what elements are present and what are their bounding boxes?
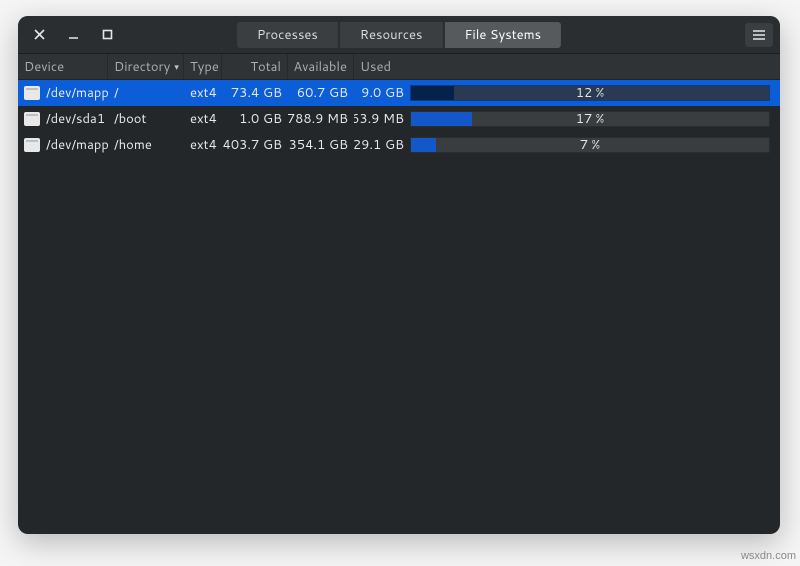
column-header-used[interactable]: Used xyxy=(354,54,780,79)
disk-icon xyxy=(24,138,40,152)
usage-percent-label: 7 % xyxy=(411,138,769,152)
minimize-icon xyxy=(68,29,79,40)
usage-percent-label: 12 % xyxy=(411,86,769,100)
cell-directory: /home xyxy=(108,132,184,158)
table-row[interactable]: /dev/mapp / ext4 73.4 GB 60.7 GB 9.0 GB … xyxy=(18,80,780,106)
table-row[interactable]: /dev/mapp /home ext4 403.7 GB 354.1 GB 2… xyxy=(18,132,780,158)
column-header-total[interactable]: Total xyxy=(222,54,288,79)
minimize-button[interactable] xyxy=(58,22,88,48)
usage-percent-label: 17 % xyxy=(411,112,769,126)
maximize-icon xyxy=(102,29,113,40)
view-tabs: Processes Resources File Systems xyxy=(236,21,562,49)
cell-total: 403.7 GB xyxy=(222,132,288,158)
disk-icon xyxy=(24,86,40,100)
usage-cell: 12 % xyxy=(410,80,780,106)
sort-indicator-icon: ▾ xyxy=(174,60,179,73)
cell-type: ext4 xyxy=(184,132,222,158)
tab-processes[interactable]: Processes xyxy=(236,21,339,49)
disk-icon xyxy=(24,112,40,126)
cell-device: /dev/sda1 xyxy=(18,106,108,132)
cell-available: 60.7 GB xyxy=(288,80,354,106)
titlebar: Processes Resources File Systems xyxy=(18,16,780,54)
table-row[interactable]: /dev/sda1 /boot ext4 1.0 GB 788.9 MB 163… xyxy=(18,106,780,132)
watermark: wsxdn.com xyxy=(741,550,796,562)
device-label: /dev/mapp xyxy=(46,84,108,102)
tab-file-systems[interactable]: File Systems xyxy=(444,21,563,49)
hamburger-menu-button[interactable] xyxy=(744,22,774,48)
device-label: /dev/sda1 xyxy=(46,110,105,128)
column-header-available[interactable]: Available xyxy=(288,54,354,79)
cell-available: 354.1 GB xyxy=(288,132,354,158)
hamburger-icon xyxy=(752,29,766,41)
close-icon xyxy=(34,29,45,40)
cell-directory: / xyxy=(108,80,184,106)
cell-directory: /boot xyxy=(108,106,184,132)
usage-bar: 7 % xyxy=(410,137,770,153)
cell-total: 73.4 GB xyxy=(222,80,288,106)
device-label: /dev/mapp xyxy=(46,136,108,154)
close-button[interactable] xyxy=(24,22,54,48)
cell-device: /dev/mapp xyxy=(18,132,108,158)
column-header-device[interactable]: Device xyxy=(18,54,108,79)
cell-type: ext4 xyxy=(184,106,222,132)
filesystem-table-body: /dev/mapp / ext4 73.4 GB 60.7 GB 9.0 GB … xyxy=(18,80,780,158)
cell-used: 29.1 GB xyxy=(354,132,410,158)
cell-available: 788.9 MB xyxy=(288,106,354,132)
column-header-directory[interactable]: Directory ▾ xyxy=(108,54,184,79)
table-header: Device Directory ▾ Type Total Available … xyxy=(18,54,780,80)
column-header-type[interactable]: Type xyxy=(184,54,222,79)
usage-bar: 17 % xyxy=(410,111,770,127)
tab-resources[interactable]: Resources xyxy=(339,21,444,49)
usage-bar: 12 % xyxy=(410,85,770,101)
system-monitor-window: Processes Resources File Systems Device … xyxy=(18,16,780,534)
maximize-button[interactable] xyxy=(92,22,122,48)
cell-type: ext4 xyxy=(184,80,222,106)
usage-cell: 7 % xyxy=(410,132,780,158)
cell-used: 9.0 GB xyxy=(354,80,410,106)
usage-cell: 17 % xyxy=(410,106,780,132)
column-header-directory-label: Directory xyxy=(114,58,170,76)
cell-total: 1.0 GB xyxy=(222,106,288,132)
cell-used: 163.9 MB xyxy=(354,106,410,132)
cell-device: /dev/mapp xyxy=(18,80,108,106)
